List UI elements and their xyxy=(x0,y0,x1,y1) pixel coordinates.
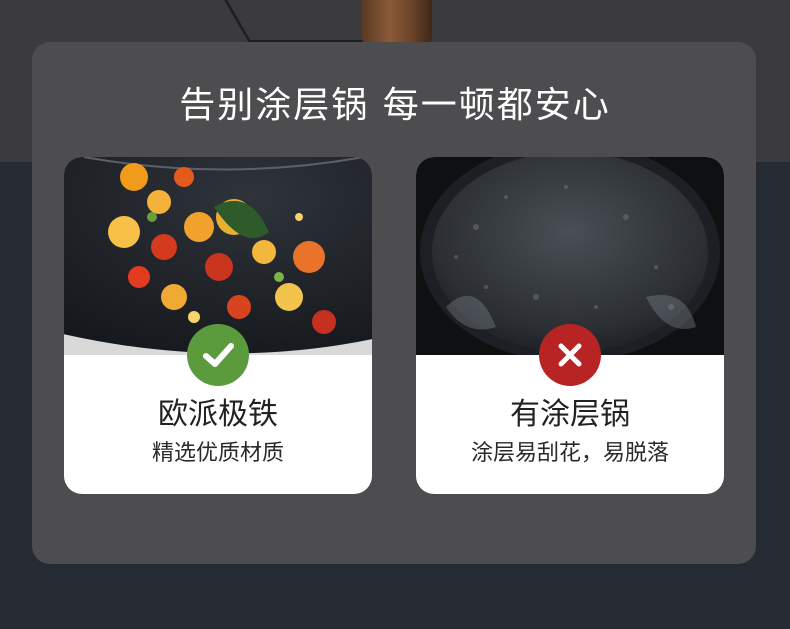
card-title: 欧派极铁 xyxy=(158,397,278,432)
x-badge xyxy=(539,324,601,386)
x-icon xyxy=(558,343,582,367)
card-subtitle: 涂层易刮花，易脱落 xyxy=(470,441,669,466)
check-badge xyxy=(187,324,249,386)
card-subtitle: 精选优质材质 xyxy=(151,441,284,466)
card-iron-wok: 欧派极铁 精选优质材质 xyxy=(64,157,372,494)
background-pan-handle xyxy=(362,0,432,44)
card-coated-pan: 有涂层锅 涂层易刮花，易脱落 xyxy=(416,157,724,494)
card-title: 有涂层锅 xyxy=(510,397,630,432)
check-icon xyxy=(203,343,234,367)
headline: 告别涂层锅 每一顿都安心 xyxy=(179,85,611,126)
